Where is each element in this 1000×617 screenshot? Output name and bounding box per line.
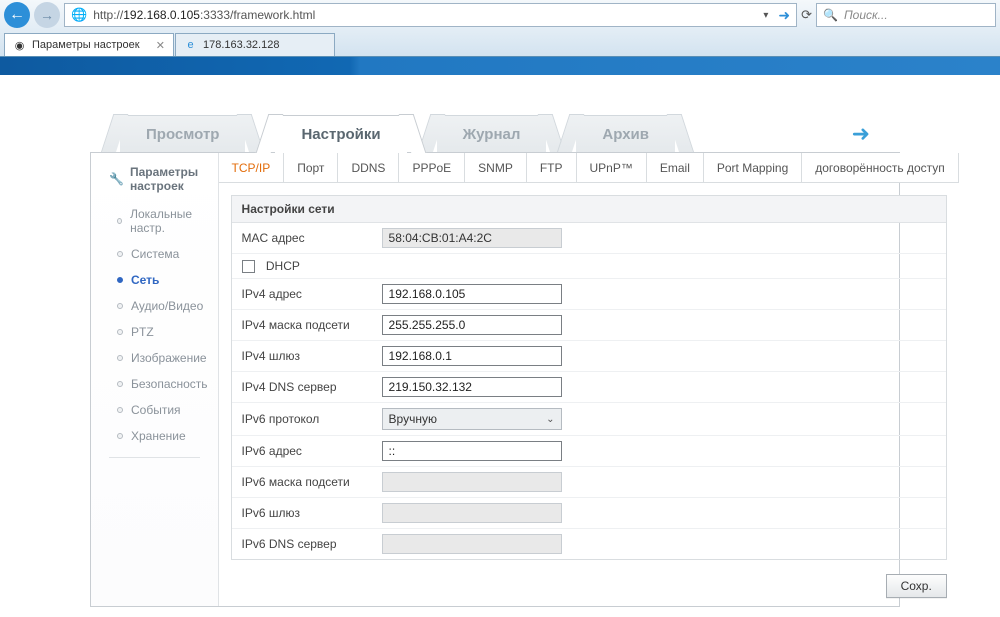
search-placeholder: Поиск... bbox=[844, 8, 888, 22]
subtab-access[interactable]: договорённость доступ bbox=[802, 153, 959, 182]
browser-chrome: ← → 🌐 http://192.168.0.105:3333/framewor… bbox=[0, 0, 1000, 57]
sidebar: 🔧 Параметры настроек Локальные настр. Си… bbox=[91, 153, 218, 606]
sidebar-divider bbox=[109, 457, 200, 458]
globe-icon: 🌐 bbox=[71, 7, 87, 23]
sidebar-item-events[interactable]: События bbox=[91, 397, 218, 423]
url-dropdown-icon[interactable]: ▾ bbox=[759, 10, 772, 21]
subtab-portmapping[interactable]: Port Mapping bbox=[704, 153, 802, 182]
dhcp-row: DHCP bbox=[242, 259, 382, 273]
tab-settings[interactable]: Настройки bbox=[275, 115, 406, 153]
subtab-pppoe[interactable]: PPPoE bbox=[399, 153, 465, 182]
sidebar-item-system[interactable]: Система bbox=[91, 241, 218, 267]
tab-journal[interactable]: Журнал bbox=[437, 115, 547, 153]
bullet-icon bbox=[117, 407, 123, 413]
arrow-left-icon: ← bbox=[9, 6, 25, 24]
ipv4-dns-label: IPv4 DNS сервер bbox=[242, 380, 382, 394]
ipv4-dns-input[interactable]: 219.150.32.132 bbox=[382, 377, 562, 397]
dhcp-label: DHCP bbox=[266, 259, 300, 273]
bullet-icon bbox=[117, 303, 123, 309]
ipv6-proto-select[interactable]: Вручную ⌄ bbox=[382, 408, 562, 430]
arrow-right-icon: → bbox=[40, 7, 54, 23]
bullet-icon bbox=[117, 218, 122, 224]
sidebar-item-ptz[interactable]: PTZ bbox=[91, 319, 218, 345]
ipv4-mask-label: IPv4 маска подсети bbox=[242, 318, 382, 332]
bullet-icon bbox=[117, 381, 123, 387]
search-bar[interactable]: 🔍 Поиск... bbox=[816, 3, 996, 27]
tab-archive[interactable]: Архив bbox=[576, 115, 675, 153]
bullet-icon bbox=[117, 251, 123, 257]
mac-value: 58:04:CB:01:A4:2C bbox=[382, 228, 562, 248]
main-panel: TCP/IP Порт DDNS PPPoE SNMP FTP UPnP™ Em… bbox=[218, 153, 959, 606]
nav-forward-button[interactable]: → bbox=[34, 2, 60, 28]
subtab-email[interactable]: Email bbox=[647, 153, 704, 182]
ipv4-mask-input[interactable]: 255.255.255.0 bbox=[382, 315, 562, 335]
subtab-tcpip[interactable]: TCP/IP bbox=[219, 153, 285, 182]
save-button[interactable]: Сохр. bbox=[886, 574, 947, 598]
url-bar[interactable]: 🌐 http://192.168.0.105:3333/framework.ht… bbox=[64, 3, 797, 27]
tab-close-icon[interactable]: ✕ bbox=[156, 39, 165, 52]
ipv6-mask-label: IPv6 маска подсети bbox=[242, 475, 382, 489]
ipv4-gw-label: IPv4 шлюз bbox=[242, 349, 382, 363]
url-text: http://192.168.0.105:3333/framework.html bbox=[93, 8, 753, 22]
ipv6-proto-label: IPv6 протокол bbox=[242, 412, 382, 426]
window-backdrop bbox=[0, 57, 1000, 75]
browser-tab-inactive[interactable]: e 178.163.32.128 bbox=[175, 33, 335, 56]
main-tabs: Просмотр Настройки Журнал Архив ➜ bbox=[120, 115, 900, 153]
browser-tabs: ◉ Параметры настроек ✕ e 178.163.32.128 bbox=[0, 30, 1000, 56]
sidebar-item-network[interactable]: Сеть bbox=[91, 267, 218, 293]
bullet-icon bbox=[117, 355, 123, 361]
mac-label: MAC адрес bbox=[242, 231, 382, 245]
tab-title: 178.163.32.128 bbox=[203, 39, 279, 51]
ipv4-addr-input[interactable]: 192.168.0.105 bbox=[382, 284, 562, 304]
sidebar-items: Локальные настр. Система Сеть Аудио/Виде… bbox=[91, 201, 218, 449]
subtab-port[interactable]: Порт bbox=[284, 153, 338, 182]
panel-title: Настройки сети bbox=[232, 196, 946, 223]
ipv4-addr-label: IPv4 адрес bbox=[242, 287, 382, 301]
search-icon: 🔍 bbox=[823, 8, 838, 22]
sidebar-heading: 🔧 Параметры настроек bbox=[91, 165, 218, 201]
ipv6-dns-label: IPv6 DNS сервер bbox=[242, 537, 382, 551]
subtab-ftp[interactable]: FTP bbox=[527, 153, 577, 182]
ipv6-dns-input[interactable] bbox=[382, 534, 562, 554]
chevron-down-icon: ⌄ bbox=[546, 414, 554, 425]
subtabs: TCP/IP Порт DDNS PPPoE SNMP FTP UPnP™ Em… bbox=[219, 153, 959, 183]
ipv6-gw-input[interactable] bbox=[382, 503, 562, 523]
dhcp-checkbox[interactable] bbox=[242, 260, 255, 273]
sidebar-item-local[interactable]: Локальные настр. bbox=[91, 201, 218, 241]
ipv6-mask-input[interactable] bbox=[382, 472, 562, 492]
bullet-icon bbox=[117, 433, 123, 439]
url-go-icon[interactable]: ➜ bbox=[778, 7, 790, 24]
tab-favicon-icon: ◉ bbox=[13, 39, 26, 52]
bullet-icon bbox=[117, 277, 123, 283]
nav-back-button[interactable]: ← bbox=[4, 2, 30, 28]
ipv6-addr-input[interactable]: :: bbox=[382, 441, 562, 461]
sidebar-item-av[interactable]: Аудио/Видео bbox=[91, 293, 218, 319]
swoosh-icon: ➜ bbox=[852, 121, 870, 147]
sidebar-item-image[interactable]: Изображение bbox=[91, 345, 218, 371]
ipv6-addr-label: IPv6 адрес bbox=[242, 444, 382, 458]
subtab-upnp[interactable]: UPnP™ bbox=[577, 153, 647, 182]
sidebar-item-storage[interactable]: Хранение bbox=[91, 423, 218, 449]
tab-view[interactable]: Просмотр bbox=[120, 115, 245, 153]
ipv6-gw-label: IPv6 шлюз bbox=[242, 506, 382, 520]
ipv4-gw-input[interactable]: 192.168.0.1 bbox=[382, 346, 562, 366]
network-panel: Настройки сети MAC адрес 58:04:CB:01:A4:… bbox=[231, 195, 947, 560]
ie-favicon-icon: e bbox=[184, 39, 197, 52]
subtab-snmp[interactable]: SNMP bbox=[465, 153, 527, 182]
refresh-icon[interactable]: ⟳ bbox=[801, 7, 812, 23]
subtab-ddns[interactable]: DDNS bbox=[338, 153, 399, 182]
tab-title: Параметры настроек bbox=[32, 39, 140, 51]
browser-tab-active[interactable]: ◉ Параметры настроек ✕ bbox=[4, 33, 174, 56]
wrench-icon: 🔧 bbox=[109, 172, 124, 186]
bullet-icon bbox=[117, 329, 123, 335]
sidebar-item-security[interactable]: Безопасность bbox=[91, 371, 218, 397]
